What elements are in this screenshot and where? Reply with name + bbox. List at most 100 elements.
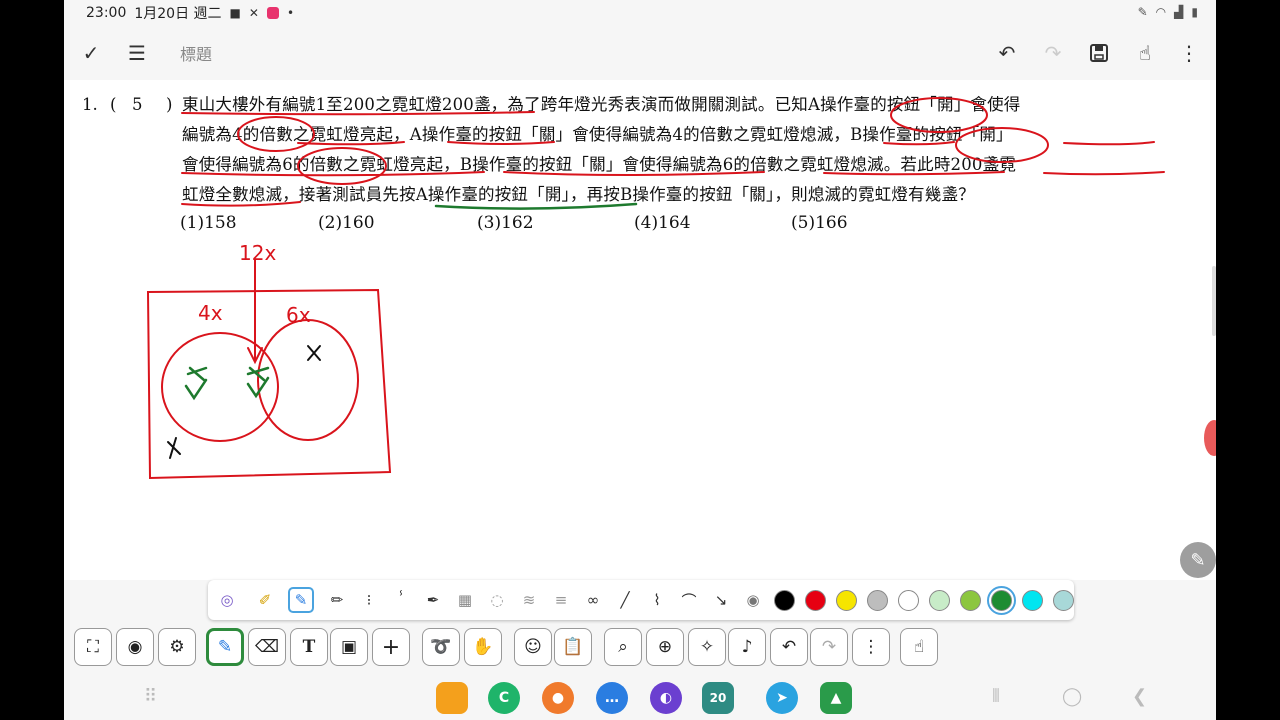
redo-icon[interactable]: ↷ <box>810 628 848 666</box>
ink-underline <box>1043 171 1165 176</box>
search-doc-icon[interactable]: ⌕ <box>604 628 642 666</box>
status-time: 23:00 <box>86 5 127 21</box>
answer-options: (1)158 (2)160 (3)162 (4)164 (5)166 <box>180 213 980 237</box>
texture-dots-icon[interactable]: ▦ <box>452 587 478 613</box>
battery-icon: ▮ <box>1191 5 1198 19</box>
note-page[interactable]: 1. ( 5 ) 東山大樓外有編號1至200之霓虹燈200盞，為了跨年燈光秀表演… <box>64 80 1216 580</box>
color-swatch-red[interactable] <box>805 590 826 611</box>
text-icon[interactable]: T <box>290 628 328 666</box>
check-icon[interactable]: ✓ <box>76 38 106 68</box>
texture-lines-icon[interactable]: ≡ <box>548 587 574 613</box>
signal-icon: ▟ <box>1174 5 1184 19</box>
texture-blob-icon[interactable]: ∞ <box>580 587 606 613</box>
answer-paren-open: ( <box>110 95 117 114</box>
app-badge-icon <box>266 7 279 19</box>
option-1: (1)158 <box>180 213 237 233</box>
label-6x: 6x <box>286 303 311 327</box>
ink-underline <box>1063 141 1155 146</box>
pen-style-icon[interactable]: ◎ <box>214 587 240 613</box>
label-12x: 12x <box>239 241 276 265</box>
ink-cross-green <box>186 366 208 382</box>
undo-icon[interactable]: ↶ <box>770 628 808 666</box>
pen-tool-icon[interactable]: ✎ <box>206 628 244 666</box>
color-wheel-icon[interactable]: ◉ <box>740 587 766 613</box>
camera-icon: ■ <box>229 6 241 20</box>
color-swatch-lime[interactable] <box>960 590 981 611</box>
messages-app-icon[interactable]: … <box>596 682 628 714</box>
files-app-icon[interactable] <box>436 682 468 714</box>
brush-icon[interactable]: ⸯ <box>388 587 414 613</box>
ink-check-green <box>246 376 270 399</box>
pen-active-icon[interactable]: ✎ <box>288 587 314 613</box>
pen-case-icon[interactable]: ✐ <box>252 587 278 613</box>
ink-cross-green <box>246 366 270 382</box>
texture-soft-icon[interactable]: ≋ <box>516 587 542 613</box>
hand-icon[interactable]: ✋ <box>464 628 502 666</box>
stock-app-icon[interactable]: ▲ <box>820 682 852 714</box>
lasso-icon[interactable]: ➰ <box>422 628 460 666</box>
color-swatch-green[interactable] <box>987 586 1016 615</box>
c-app-icon[interactable]: C <box>488 682 520 714</box>
zigzag-icon[interactable]: ⌇ <box>644 587 670 613</box>
title-field[interactable]: 標題 <box>180 41 212 65</box>
arrow-icon[interactable]: ↘ <box>708 587 734 613</box>
home-icon[interactable]: ◯ <box>1062 686 1082 707</box>
more-icon[interactable]: ⋮ <box>852 628 890 666</box>
arc-icon[interactable]: ⌒ <box>676 587 702 613</box>
status-bar: 23:00 1月20日 週二 ■ ✕ • ✎ ◠ ▟ ▮ <box>64 0 1216 26</box>
clipboard-icon[interactable]: 📋 <box>554 628 592 666</box>
zoom-icon[interactable]: ⊕ <box>646 628 684 666</box>
line-icon[interactable]: ╱ <box>612 587 638 613</box>
contacts-app-icon[interactable]: ● <box>542 682 574 714</box>
add-icon[interactable]: + <box>372 628 410 666</box>
music-icon[interactable]: ♪ <box>728 628 766 666</box>
scrollbar[interactable] <box>1212 266 1216 336</box>
eye-icon[interactable]: ◉ <box>116 628 154 666</box>
marker-icon[interactable]: ✏ <box>324 587 350 613</box>
color-swatch-black[interactable] <box>774 590 795 611</box>
undo-icon[interactable]: ↶ <box>992 38 1022 68</box>
eraser-icon[interactable]: ⌫ <box>248 628 286 666</box>
calendar-app-icon[interactable]: 20 <box>702 682 734 714</box>
pen-icon: ✎ <box>1137 5 1148 19</box>
touch-icon[interactable]: ☝ <box>900 628 938 666</box>
settings-doc-icon[interactable]: ⚙ <box>158 628 196 666</box>
option-3: (3)162 <box>477 213 534 233</box>
dotted-pen-icon[interactable]: ⁝ <box>356 587 382 613</box>
redo-icon[interactable]: ↷ <box>1038 38 1068 68</box>
save-icon[interactable] <box>1084 38 1114 68</box>
touch-pen-icon[interactable]: ☝ <box>1130 38 1160 68</box>
emoji-icon[interactable]: ☺ <box>514 628 552 666</box>
status-date: 1月20日 週二 <box>134 6 222 22</box>
texture-spray-icon[interactable]: ◌ <box>484 587 510 613</box>
venn-circle-right <box>257 319 359 441</box>
tablet-screen: 23:00 1月20日 週二 ■ ✕ • ✎ ◠ ▟ ▮ ✓ ☰ 標題 ↶ ↷ … <box>64 0 1216 720</box>
side-tab-handle[interactable] <box>1204 420 1216 456</box>
color-swatch-cyan[interactable] <box>1022 590 1043 611</box>
back-icon[interactable]: ❮ <box>1132 686 1147 707</box>
color-swatch-white[interactable] <box>898 590 919 611</box>
edit-fab-icon[interactable]: ✎ <box>1180 542 1216 578</box>
menu-icon[interactable]: ☰ <box>122 38 152 68</box>
color-swatch-yellow[interactable] <box>836 590 857 611</box>
image-icon[interactable]: ▣ <box>330 628 368 666</box>
venn-circle-left <box>161 332 279 442</box>
dot-icon: • <box>286 6 295 20</box>
tools-icon: ✕ <box>248 6 259 20</box>
more-icon[interactable]: ⋮ <box>1174 38 1204 68</box>
fountain-pen-icon[interactable]: ✒ <box>420 587 446 613</box>
app-grid-icon[interactable]: ⠿ <box>144 686 157 707</box>
highlighter-icon[interactable]: ✧ <box>688 628 726 666</box>
venn-arrow <box>247 259 263 365</box>
telegram-app-icon[interactable]: ➤ <box>766 682 798 714</box>
answer-value: 5 <box>132 95 143 114</box>
browser-app-icon[interactable]: ◐ <box>650 682 682 714</box>
color-swatch-gray[interactable] <box>867 590 888 611</box>
status-right-icons: ✎ ◠ ▟ ▮ <box>1138 5 1198 19</box>
color-swatch-light-green[interactable] <box>929 590 950 611</box>
recents-icon[interactable]: ⦀ <box>992 686 1000 707</box>
color-swatch-teal[interactable] <box>1053 590 1074 611</box>
answer-paren-close: ) <box>166 95 173 114</box>
fullscreen-icon[interactable]: ⛶ <box>74 628 112 666</box>
pen-palette: ◎ ✐ ✎ ✏ ⁝ ⸯ ✒ ▦ ◌ ≋ ≡ ∞ ╱ ⌇ ⌒ ↘ ◉ <box>208 580 1074 620</box>
